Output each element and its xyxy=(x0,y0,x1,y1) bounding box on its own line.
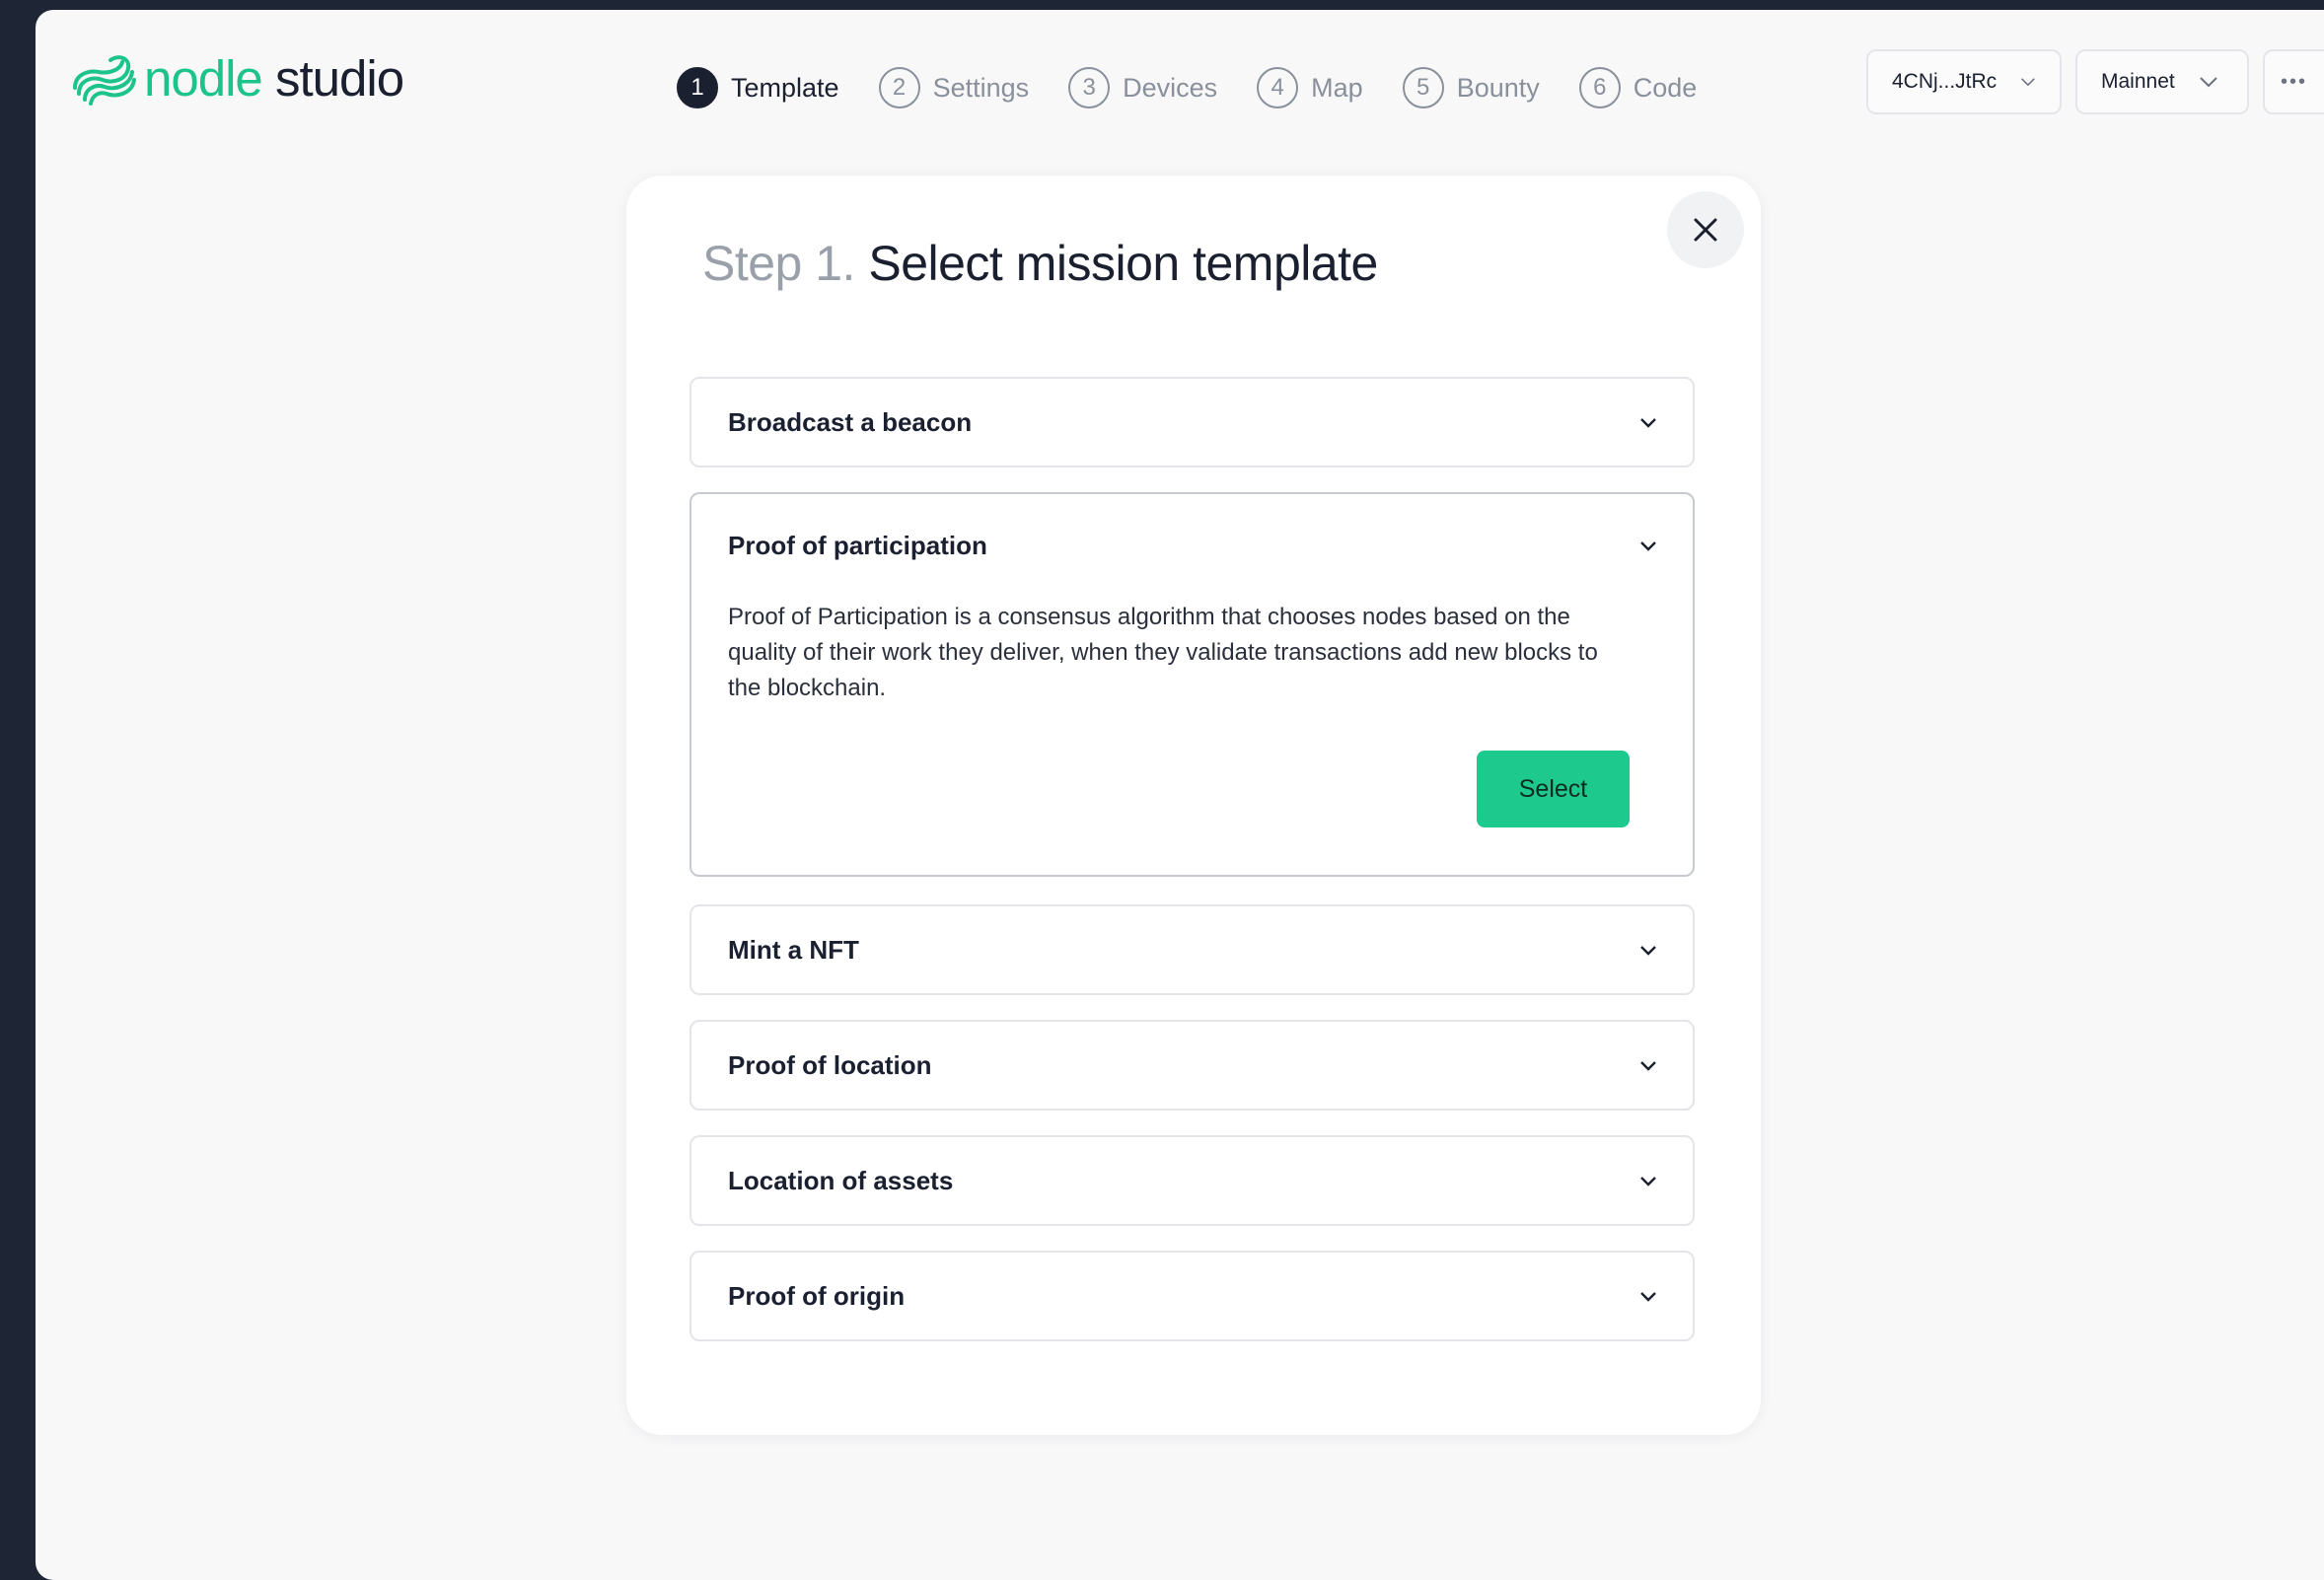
network-dropdown[interactable]: Mainnet xyxy=(2075,49,2249,114)
more-icon: ••• xyxy=(2281,70,2308,93)
chevron-down-icon xyxy=(1640,417,1656,428)
template-title: Proof of participation xyxy=(728,530,987,560)
template-title: Broadcast a beacon xyxy=(728,406,973,437)
modal-title: Step 1. Select mission template xyxy=(702,235,1378,292)
template-title: Proof of location xyxy=(728,1049,932,1080)
close-button[interactable] xyxy=(1667,191,1744,268)
step-number: 6 xyxy=(1578,67,1621,108)
select-template-modal: Step 1. Select mission template Broadcas… xyxy=(626,176,1761,1435)
logo-brand-text: nodle xyxy=(144,50,263,107)
accordion-header[interactable]: Proof of origin xyxy=(691,1253,1693,1339)
step-prefix: Step 1. xyxy=(702,236,855,291)
template-item-location-of-assets: Location of assets xyxy=(690,1135,1695,1226)
step-label: Template xyxy=(731,72,839,103)
wizard-stepper: 1 Template 2 Settings 3 Devices 4 Map 5 … xyxy=(677,67,1736,108)
step-bounty[interactable]: 5 Bounty xyxy=(1402,67,1540,108)
accordion-header[interactable]: Proof of location xyxy=(691,1022,1693,1109)
template-description: Proof of Participation is a consensus al… xyxy=(728,604,1598,701)
wallet-address: 4CNj...JtRc xyxy=(1892,70,1997,93)
modal-heading: Select mission template xyxy=(868,236,1378,291)
step-number: 5 xyxy=(1402,67,1444,108)
accordion-header[interactable]: Location of assets xyxy=(691,1137,1693,1224)
step-template[interactable]: 1 Template xyxy=(677,67,839,108)
chevron-down-icon xyxy=(2021,78,2035,87)
header-actions: 4CNj...JtRc Mainnet ••• xyxy=(1852,49,2324,114)
step-label: Code xyxy=(1633,72,1698,103)
logo-text: nodle studio xyxy=(144,49,404,108)
accordion-header[interactable]: Mint a NFT xyxy=(691,906,1693,993)
step-settings[interactable]: 2 Settings xyxy=(878,67,1030,108)
chevron-down-icon xyxy=(1640,1176,1656,1186)
network-label: Mainnet xyxy=(2101,70,2175,93)
select-button[interactable]: Select xyxy=(1477,751,1630,827)
chevron-down-icon xyxy=(1640,540,1656,551)
template-title: Mint a NFT xyxy=(728,934,859,965)
step-number: 2 xyxy=(878,67,920,108)
close-icon xyxy=(1694,218,1717,242)
step-label: Map xyxy=(1311,72,1363,103)
step-number: 1 xyxy=(677,67,718,108)
more-options-button[interactable]: ••• xyxy=(2263,49,2324,114)
step-label: Devices xyxy=(1123,72,1218,103)
step-number: 4 xyxy=(1257,67,1299,108)
template-item-mint-nft: Mint a NFT xyxy=(690,904,1695,995)
nodle-studio-logo[interactable]: nodle studio xyxy=(71,49,404,108)
chevron-down-icon xyxy=(1640,1060,1656,1071)
step-label: Settings xyxy=(932,72,1030,103)
template-item-broadcast-beacon: Broadcast a beacon xyxy=(690,377,1695,467)
step-code[interactable]: 6 Code xyxy=(1578,67,1698,108)
top-header: nodle studio 1 Template 2 Settings 3 Dev… xyxy=(36,10,2324,158)
step-map[interactable]: 4 Map xyxy=(1257,67,1363,108)
template-title: Proof of origin xyxy=(728,1280,906,1311)
step-label: Bounty xyxy=(1456,72,1540,103)
nodle-logo-icon xyxy=(73,54,136,106)
accordion-header[interactable]: Proof of participation xyxy=(691,494,1693,597)
app-window: nodle studio 1 Template 2 Settings 3 Dev… xyxy=(36,10,2324,1580)
accordion-header[interactable]: Broadcast a beacon xyxy=(691,379,1693,466)
template-title: Location of assets xyxy=(728,1165,954,1195)
logo-product-text: studio xyxy=(274,50,404,107)
template-item-proof-of-location: Proof of location xyxy=(690,1020,1695,1111)
step-devices[interactable]: 3 Devices xyxy=(1068,67,1217,108)
chevron-down-icon xyxy=(1640,1291,1656,1302)
wallet-dropdown[interactable]: 4CNj...JtRc xyxy=(1866,49,2062,114)
step-number: 3 xyxy=(1068,67,1111,108)
template-item-proof-of-origin: Proof of origin xyxy=(690,1251,1695,1341)
chevron-down-icon xyxy=(2200,77,2217,88)
template-item-proof-of-participation: Proof of participation Proof of Particip… xyxy=(690,492,1695,877)
chevron-down-icon xyxy=(1640,945,1656,956)
